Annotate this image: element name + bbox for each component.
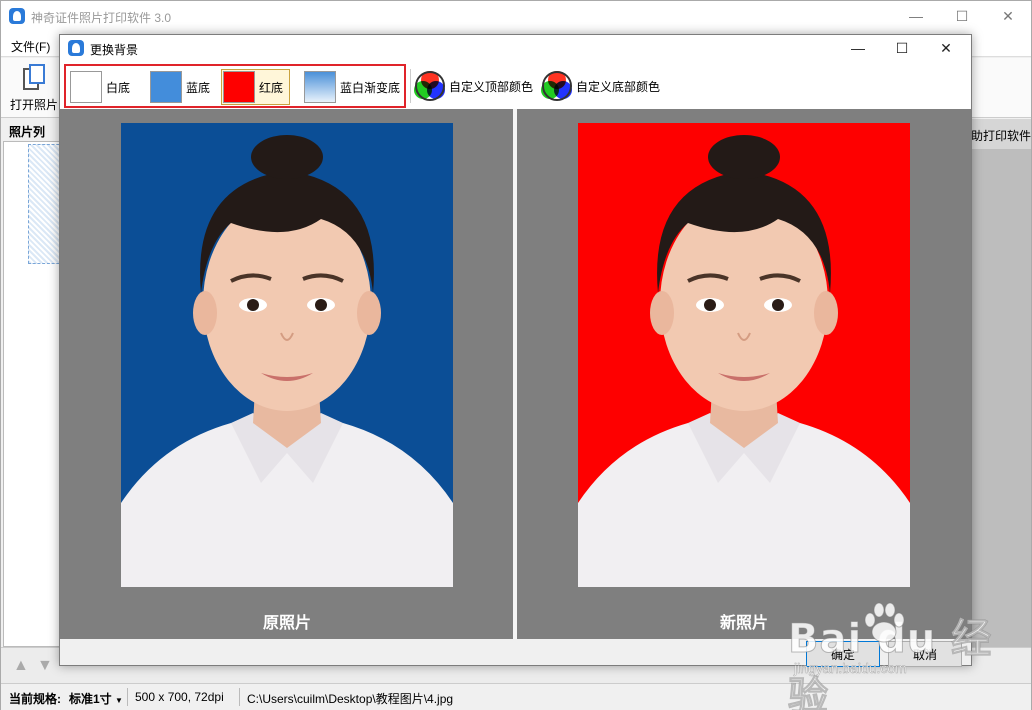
spec-select[interactable]: 标准1寸 ▼ xyxy=(69,690,123,707)
color-wheel-icon xyxy=(414,71,446,101)
dialog-close-icon[interactable]: ✕ xyxy=(926,35,966,61)
background-toolbar: 白底 蓝底 红底 蓝白渐变底 自定义顶部颜色 自定义底部颜色 xyxy=(60,61,971,109)
original-photo-caption: 原照片 xyxy=(262,615,311,632)
toolbar-divider xyxy=(410,69,411,103)
app-title: 神奇证件照片打印软件 3.0 xyxy=(31,11,172,25)
red-swatch-icon xyxy=(223,71,255,103)
new-photo xyxy=(578,123,910,587)
gradient-swatch-icon xyxy=(304,71,336,103)
chevron-down-icon: ▼ xyxy=(115,696,123,705)
open-photo-label: 打开照片 xyxy=(9,98,58,112)
image-info: 500 x 700, 72dpi xyxy=(135,690,224,704)
bg-gradient-label: 蓝白渐变底 xyxy=(340,80,401,95)
bg-white-button[interactable]: 白底 xyxy=(70,69,130,105)
menu-file[interactable]: 文件(F) xyxy=(11,38,50,55)
app-titlebar: 神奇证件照片打印软件 3.0 — ☐ ✕ xyxy=(1,1,1031,31)
photo-list xyxy=(3,141,64,647)
background-options: 白底 蓝底 红底 蓝白渐变底 xyxy=(64,64,406,108)
bg-blue-gradient-button[interactable]: 蓝白渐变底 xyxy=(304,69,400,105)
minimize-icon[interactable]: — xyxy=(893,1,939,31)
dialog-logo-icon xyxy=(68,40,84,56)
status-bar: 当前规格: 标准1寸 ▼ 500 x 700, 72dpi C:\Users\c… xyxy=(1,683,1031,710)
portrait-image xyxy=(121,135,453,587)
photo-list-header: 照片列表( xyxy=(9,125,46,156)
original-photo xyxy=(121,123,453,587)
preview-area: 原照片 新照片 xyxy=(60,109,971,639)
color-wheel-icon xyxy=(541,71,573,101)
bg-red-label: 红底 xyxy=(259,80,284,95)
bg-blue-label: 蓝底 xyxy=(186,80,211,95)
dialog-maximize-icon[interactable]: ☐ xyxy=(882,35,922,61)
custom-top-color-button[interactable]: 自定义顶部颜色 xyxy=(414,69,533,103)
open-photo-icon xyxy=(19,64,49,92)
open-photo-button[interactable]: 打开照片 xyxy=(7,62,61,116)
dialog-title: 更换背景 xyxy=(90,43,139,57)
preview-divider xyxy=(513,109,517,639)
white-swatch-icon xyxy=(70,71,102,103)
spec-label: 当前规格: xyxy=(9,692,61,706)
bg-blue-button[interactable]: 蓝底 xyxy=(150,69,210,105)
file-path: C:\Users\cuilm\Desktop\教程图片\4.jpg xyxy=(247,692,454,706)
cancel-button[interactable]: 取消 xyxy=(888,641,962,667)
status-divider xyxy=(127,688,128,706)
right-panel-caption: 助打印软件 xyxy=(971,119,1031,149)
arrow-up-icon[interactable]: ▲ xyxy=(13,658,29,674)
status-divider xyxy=(239,688,240,706)
bg-white-label: 白底 xyxy=(106,80,131,95)
ok-button[interactable]: 确定 xyxy=(806,641,880,667)
custom-top-label: 自定义顶部颜色 xyxy=(449,79,534,94)
spec-value: 标准1寸 xyxy=(69,692,112,706)
dialog-minimize-icon[interactable]: — xyxy=(838,35,878,61)
close-icon[interactable]: ✕ xyxy=(985,1,1031,31)
custom-bottom-color-button[interactable]: 自定义底部颜色 xyxy=(541,69,660,103)
app-logo-icon xyxy=(9,8,25,24)
dialog-button-bar: 确定 取消 xyxy=(60,639,971,667)
right-panel xyxy=(971,149,1031,647)
change-background-dialog: 更换背景 — ☐ ✕ 白底 蓝底 红底 蓝白渐变底 自定义顶部颜色 自定义底部颜… xyxy=(59,34,972,667)
portrait-image xyxy=(578,135,910,587)
arrow-down-icon[interactable]: ▼ xyxy=(37,658,53,674)
blue-swatch-icon xyxy=(150,71,182,103)
dialog-titlebar: 更换背景 — ☐ ✕ xyxy=(60,35,971,61)
new-photo-caption: 新照片 xyxy=(719,615,768,632)
maximize-icon[interactable]: ☐ xyxy=(939,1,985,31)
custom-bottom-label: 自定义底部颜色 xyxy=(576,79,661,94)
bg-red-button[interactable]: 红底 xyxy=(221,69,291,105)
